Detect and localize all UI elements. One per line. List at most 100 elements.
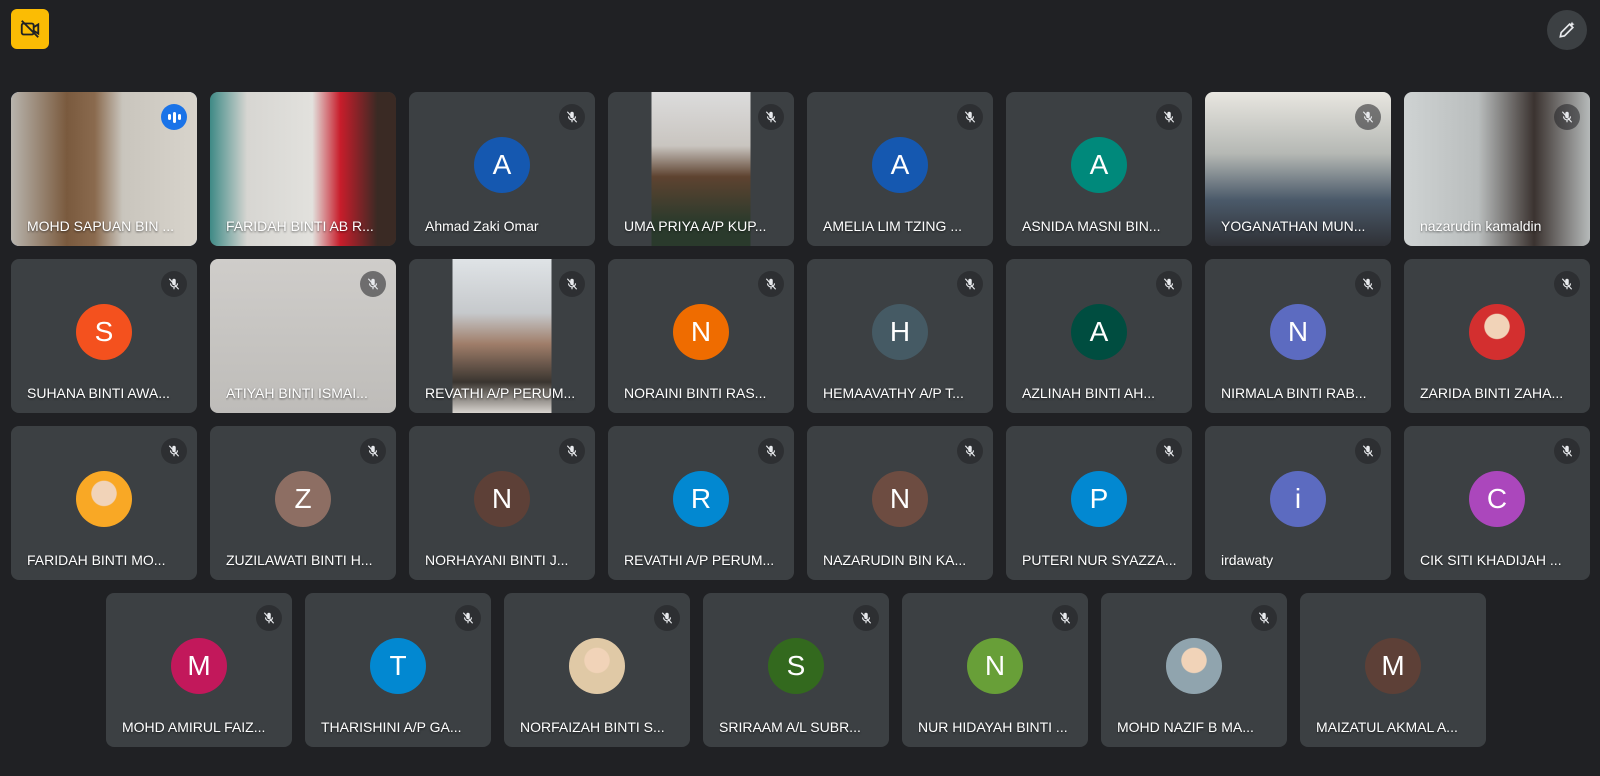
mic-off-icon xyxy=(661,612,673,624)
mic-off-icon xyxy=(765,278,777,290)
participant-name: ASNIDA MASNI BIN... xyxy=(1022,218,1161,234)
participant-tile[interactable]: Z ZUZILAWATI BINTI H... xyxy=(210,426,396,580)
participant-tile[interactable]: MOHD SAPUAN BIN ... xyxy=(11,92,197,246)
mic-off-icon xyxy=(1561,111,1573,123)
avatar-letter: i xyxy=(1270,471,1326,527)
avatar-letter: T xyxy=(370,638,426,694)
mic-off-indicator xyxy=(957,271,983,297)
avatar-letter: H xyxy=(872,304,928,360)
participant-tile[interactable]: N NORAINI BINTI RAS... xyxy=(608,259,794,413)
mic-off-icon xyxy=(765,111,777,123)
mic-off-indicator xyxy=(654,605,680,631)
mic-off-icon xyxy=(1362,445,1374,457)
participant-tile[interactable]: A AZLINAH BINTI AH... xyxy=(1006,259,1192,413)
avatar-letter: A xyxy=(1071,304,1127,360)
participant-tile[interactable]: M MOHD AMIRUL FAIZ... xyxy=(106,593,292,747)
mic-off-icon xyxy=(964,111,976,123)
avatar-letter: C xyxy=(1469,471,1525,527)
mic-off-icon xyxy=(168,278,180,290)
mic-off-indicator xyxy=(1156,104,1182,130)
mic-off-indicator xyxy=(360,438,386,464)
participant-tile[interactable]: i irdawaty xyxy=(1205,426,1391,580)
mic-off-indicator xyxy=(957,104,983,130)
avatar-photo xyxy=(1469,304,1525,360)
participant-name: MOHD AMIRUL FAIZ... xyxy=(122,719,266,735)
mic-off-icon xyxy=(1163,111,1175,123)
mic-off-indicator xyxy=(1554,271,1580,297)
mic-off-indicator xyxy=(1554,104,1580,130)
participant-tile[interactable]: N NAZARUDIN BIN KA... xyxy=(807,426,993,580)
participant-name: MAIZATUL AKMAL A... xyxy=(1316,719,1458,735)
mic-off-icon xyxy=(367,278,379,290)
participant-tile[interactable]: R REVATHI A/P PERUM... xyxy=(608,426,794,580)
participant-tile[interactable]: UMA PRIYA A/P KUP... xyxy=(608,92,794,246)
participant-tile[interactable]: nazarudin kamaldin xyxy=(1404,92,1590,246)
mic-off-indicator xyxy=(161,438,187,464)
participant-tile[interactable]: H HEMAAVATHY A/P T... xyxy=(807,259,993,413)
participant-name: Ahmad Zaki Omar xyxy=(425,218,539,234)
avatar-letter: M xyxy=(1365,638,1421,694)
avatar-letter: R xyxy=(673,471,729,527)
participant-name: THARISHINI A/P GA... xyxy=(321,719,462,735)
participant-tile[interactable]: A Ahmad Zaki Omar xyxy=(409,92,595,246)
participant-tile[interactable]: M MAIZATUL AKMAL A... xyxy=(1300,593,1486,747)
participant-tile[interactable]: REVATHI A/P PERUM... xyxy=(409,259,595,413)
participant-tile[interactable]: N NUR HIDAYAH BINTI ... xyxy=(902,593,1088,747)
mic-off-icon xyxy=(1163,445,1175,457)
mic-off-icon xyxy=(1362,278,1374,290)
participant-name: MOHD NAZIF B MA... xyxy=(1117,719,1254,735)
avatar-letter: A xyxy=(1071,137,1127,193)
mic-off-indicator xyxy=(559,104,585,130)
mic-off-indicator xyxy=(1156,438,1182,464)
participant-tile[interactable]: C CIK SITI KHADIJAH ... xyxy=(1404,426,1590,580)
participant-tile[interactable]: ZARIDA BINTI ZAHA... xyxy=(1404,259,1590,413)
participant-tile[interactable]: NORFAIZAH BINTI S... xyxy=(504,593,690,747)
participant-tile[interactable]: N NORHAYANI BINTI J... xyxy=(409,426,595,580)
participant-name: NORAINI BINTI RAS... xyxy=(624,385,767,401)
participant-tile[interactable]: S SUHANA BINTI AWA... xyxy=(11,259,197,413)
participant-tile[interactable]: P PUTERI NUR SYAZZA... xyxy=(1006,426,1192,580)
participant-name: REVATHI A/P PERUM... xyxy=(425,385,576,401)
mic-off-indicator xyxy=(758,104,784,130)
participant-name: PUTERI NUR SYAZZA... xyxy=(1022,552,1177,568)
participant-tile[interactable]: YOGANATHAN MUN... xyxy=(1205,92,1391,246)
participant-tile[interactable]: A AMELIA LIM TZING ... xyxy=(807,92,993,246)
participant-name: NUR HIDAYAH BINTI ... xyxy=(918,719,1068,735)
mic-off-icon xyxy=(860,612,872,624)
avatar-letter: P xyxy=(1071,471,1127,527)
avatar-letter: A xyxy=(872,137,928,193)
mic-off-indicator xyxy=(161,271,187,297)
participant-name: nazarudin kamaldin xyxy=(1420,218,1542,234)
participant-tile[interactable]: T THARISHINI A/P GA... xyxy=(305,593,491,747)
participant-name: NAZARUDIN BIN KA... xyxy=(823,552,967,568)
avatar-letter: S xyxy=(76,304,132,360)
participant-tile[interactable]: FARIDAH BINTI MO... xyxy=(11,426,197,580)
participant-tile[interactable]: A ASNIDA MASNI BIN... xyxy=(1006,92,1192,246)
participant-grid: MOHD SAPUAN BIN ... FARIDAH BINTI AB R...… xyxy=(0,0,1600,776)
participant-name: ATIYAH BINTI ISMAI... xyxy=(226,385,368,401)
avatar-photo xyxy=(76,471,132,527)
participant-name: ZUZILAWATI BINTI H... xyxy=(226,552,373,568)
mic-off-indicator xyxy=(256,605,282,631)
mic-off-indicator xyxy=(957,438,983,464)
mic-off-indicator xyxy=(853,605,879,631)
mic-off-indicator xyxy=(360,271,386,297)
participant-name: YOGANATHAN MUN... xyxy=(1221,218,1366,234)
participant-tile[interactable]: FARIDAH BINTI AB R... xyxy=(210,92,396,246)
participant-name: irdawaty xyxy=(1221,552,1274,568)
avatar-letter: N xyxy=(1270,304,1326,360)
participant-name: HEMAAVATHY A/P T... xyxy=(823,385,964,401)
mic-off-icon xyxy=(1362,111,1374,123)
participant-tile[interactable]: N NIRMALA BINTI RAB... xyxy=(1205,259,1391,413)
avatar-letter: S xyxy=(768,638,824,694)
participant-tile[interactable]: ATIYAH BINTI ISMAI... xyxy=(210,259,396,413)
mic-off-icon xyxy=(964,445,976,457)
mic-off-indicator xyxy=(1156,271,1182,297)
mic-off-icon xyxy=(1163,278,1175,290)
participant-name: REVATHI A/P PERUM... xyxy=(624,552,775,568)
participant-tile[interactable]: S SRIRAAM A/L SUBR... xyxy=(703,593,889,747)
avatar-photo xyxy=(1166,638,1222,694)
avatar-letter: Z xyxy=(275,471,331,527)
participant-tile[interactable]: MOHD NAZIF B MA... xyxy=(1101,593,1287,747)
participant-name: AMELIA LIM TZING ... xyxy=(823,218,962,234)
